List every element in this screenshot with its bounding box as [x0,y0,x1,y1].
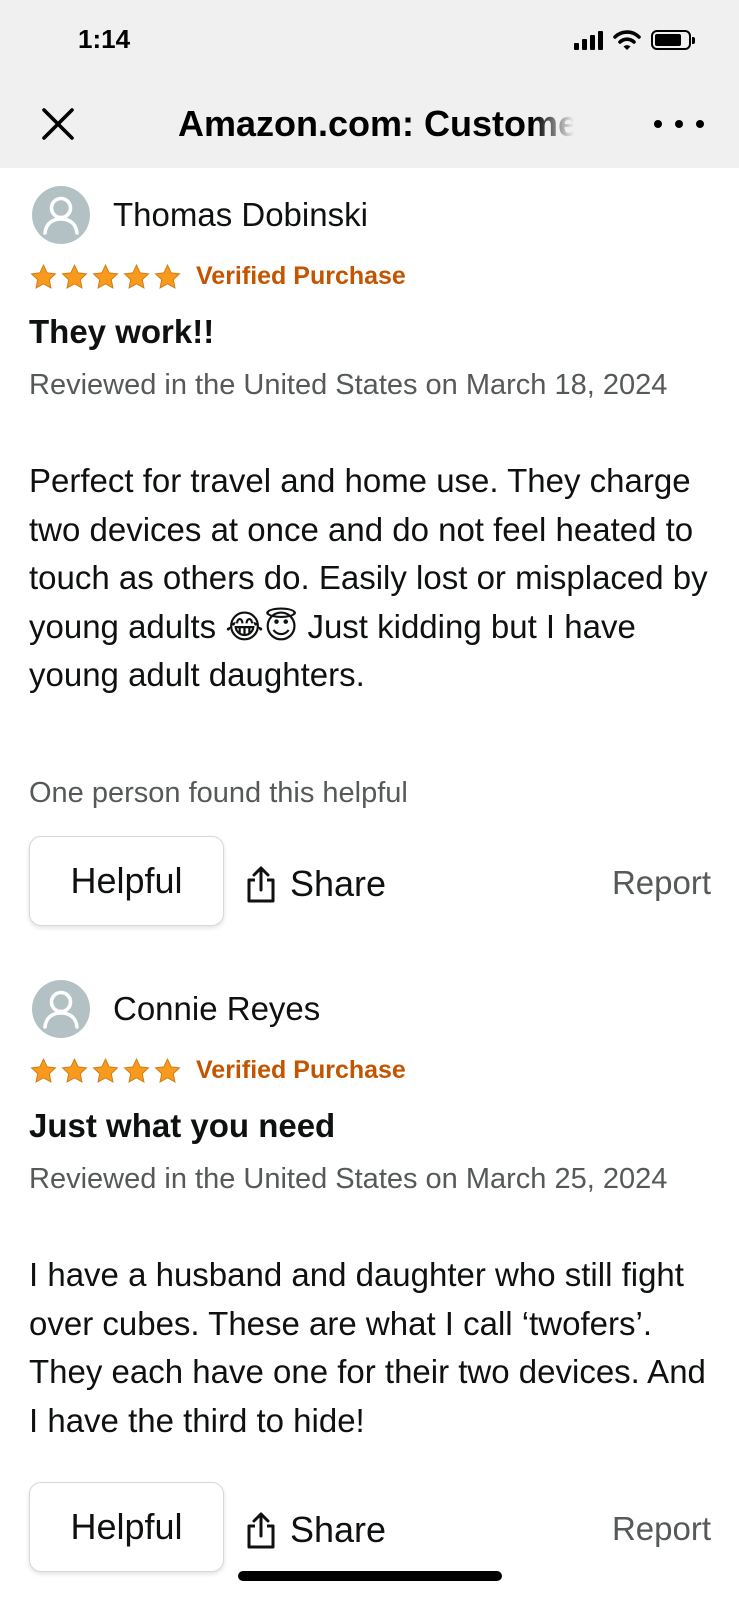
wifi-icon [613,30,641,50]
star-icon [92,263,119,289]
helpful-count: One person found this helpful [29,777,408,809]
home-indicator[interactable] [238,1571,502,1581]
rating-row: Verified Purchase [29,262,406,291]
report-link[interactable]: Report [612,864,711,902]
review-date: Reviewed in the United States on March 1… [29,369,668,401]
avatar-icon [43,990,79,1029]
rating-row: Verified Purchase [29,1056,406,1085]
share-button[interactable]: Share [244,1506,386,1554]
report-link[interactable]: Report [612,1510,711,1548]
star-rating[interactable] [29,1057,182,1085]
reviewer-avatar [32,980,90,1038]
review-date: Reviewed in the United States on March 2… [29,1163,668,1195]
page-title: Amazon.com: Customer Reviews [178,103,574,145]
review-body: Perfect for travel and home use. They ch… [29,462,708,693]
star-icon [61,1057,88,1083]
more-icon-dot [654,120,662,128]
share-label: Share [290,1509,387,1550]
more-icon-dot [675,120,683,128]
star-rating[interactable] [29,263,182,291]
more-options-button[interactable] [654,104,704,144]
review-title: Just what you need [29,1107,336,1144]
review-body: I have a husband and daughter who still … [29,1256,706,1439]
helpful-button[interactable]: Helpful [29,1482,224,1572]
star-icon [123,263,150,289]
review-title: They work!! [29,313,215,350]
cellular-signal-icon [574,30,603,50]
reviewer-name[interactable]: Thomas Dobinski [113,196,368,234]
star-icon [154,263,181,289]
helpful-button[interactable]: Helpful [29,836,224,926]
share-icon [247,866,275,903]
share-label: Share [290,863,387,904]
star-icon [92,1057,119,1083]
close-icon [42,108,74,140]
verified-purchase-badge: Verified Purchase [196,262,406,290]
reviewer-avatar [32,186,90,244]
star-icon [123,1057,150,1083]
verified-purchase-badge: Verified Purchase [196,1056,406,1084]
star-icon [30,263,57,289]
share-button[interactable]: Share [244,860,386,908]
star-icon [154,1057,181,1083]
battery-icon [651,30,695,50]
star-icon [61,263,88,289]
browser-header: 1:14 Amazon.com: Customer Reviews [0,0,739,168]
more-icon-dot [696,120,704,128]
star-icon [30,1057,57,1083]
avatar-icon [43,196,79,235]
share-icon [247,1512,275,1549]
reviewer-name[interactable]: Connie Reyes [113,990,320,1028]
status-time: 1:14 [78,24,131,54]
close-button[interactable] [38,104,78,144]
status-icons [574,28,695,52]
